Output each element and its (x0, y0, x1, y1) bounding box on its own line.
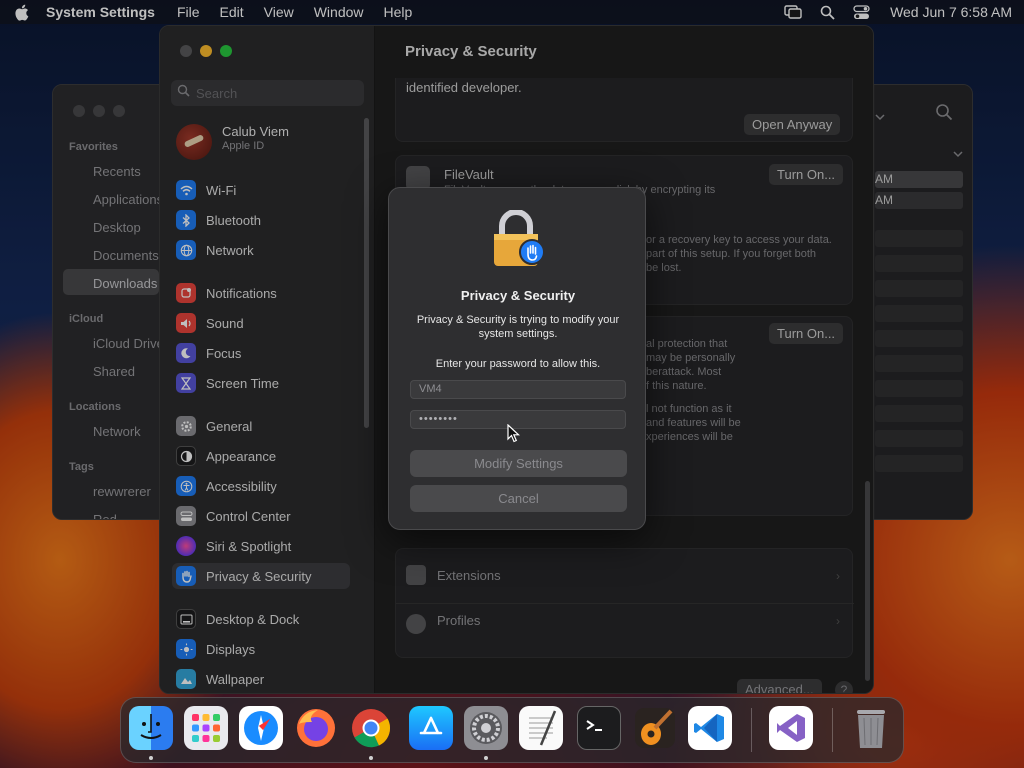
textedit-app-icon[interactable] (519, 706, 563, 750)
trash-icon[interactable] (849, 706, 893, 750)
chrome-app-icon[interactable] (349, 706, 393, 750)
authentication-dialog: Privacy & Security Privacy & Security is… (388, 187, 646, 530)
firefox-app-icon[interactable] (294, 706, 338, 750)
dialog-message: Privacy & Security is trying to modify y… (416, 314, 620, 340)
terminal-app-icon[interactable] (577, 706, 621, 750)
dialog-prompt: Enter your password to allow this. (435, 358, 601, 370)
launchpad-app-icon[interactable] (184, 706, 228, 750)
app-store-icon[interactable] (409, 706, 453, 750)
garageband-app-icon[interactable] (633, 706, 677, 750)
dock (120, 697, 904, 763)
lock-icon (492, 209, 546, 268)
dock-separator (832, 708, 833, 752)
username-field[interactable]: VM4 (410, 380, 626, 399)
dialog-title: Privacy & Security (460, 288, 576, 303)
system-settings-app-icon[interactable] (464, 706, 508, 750)
vscode-app-icon[interactable] (688, 706, 732, 750)
visual-studio-app-icon[interactable] (769, 706, 813, 750)
cancel-button[interactable]: Cancel (410, 485, 627, 512)
mouse-pointer-icon (507, 423, 521, 449)
running-indicator (484, 756, 488, 760)
modify-settings-button[interactable]: Modify Settings (410, 450, 627, 477)
safari-app-icon[interactable] (239, 706, 283, 750)
finder-app-icon[interactable] (129, 706, 173, 750)
running-indicator (369, 756, 373, 760)
running-indicator (149, 756, 153, 760)
dock-separator (751, 708, 752, 752)
